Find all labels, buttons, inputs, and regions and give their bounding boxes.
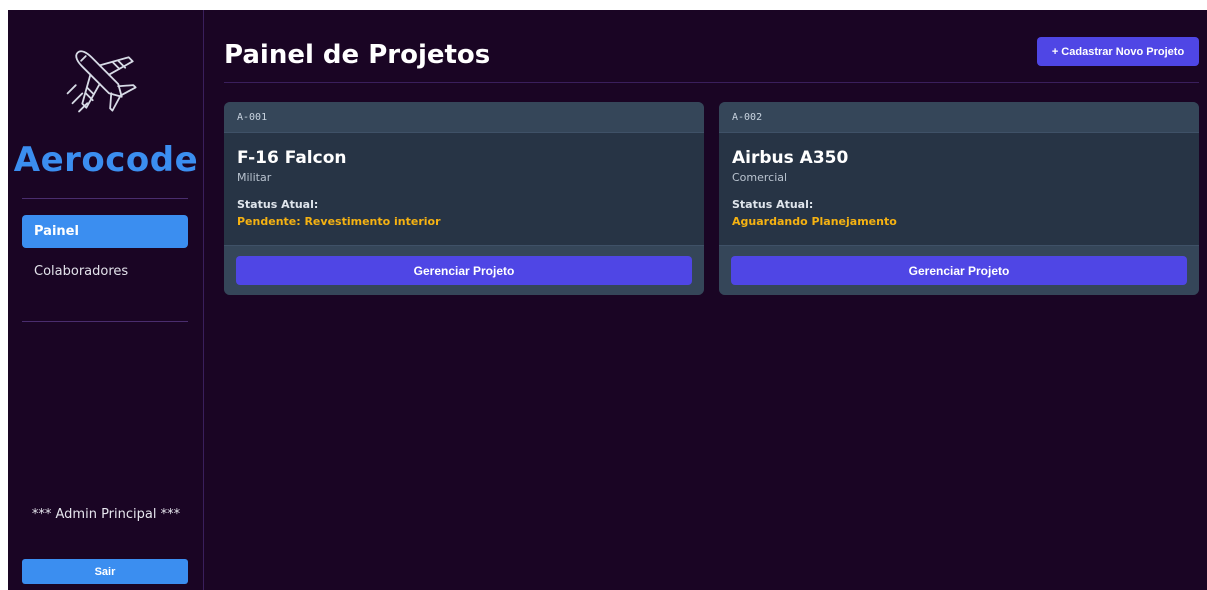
- sidebar-item-colaboradores[interactable]: Colaboradores: [22, 255, 188, 288]
- project-card: A-002 Airbus A350 Comercial Status Atual…: [719, 102, 1199, 295]
- manage-project-button[interactable]: Gerenciar Projeto: [236, 256, 692, 285]
- app-frame: Aerocode Painel Colaboradores *** Admin …: [8, 10, 1207, 590]
- header-divider: [224, 82, 1199, 83]
- page-title: Painel de Projetos: [224, 40, 491, 70]
- status-label: Status Atual:: [732, 198, 814, 211]
- status-value: Aguardando Planejamento: [732, 215, 897, 228]
- new-project-button[interactable]: + Cadastrar Novo Projeto: [1037, 37, 1199, 66]
- admin-label: *** Admin Principal ***: [31, 507, 181, 522]
- project-category: Comercial: [732, 171, 788, 184]
- project-name: Airbus A350: [732, 148, 849, 168]
- project-code: A-001: [224, 102, 704, 133]
- airplane-icon: [66, 50, 137, 113]
- sidebar-divider: [22, 321, 188, 322]
- sidebar-divider: [22, 198, 188, 199]
- project-card: A-001 F-16 Falcon Militar Status Atual: …: [224, 102, 704, 295]
- sidebar-item-painel[interactable]: Painel: [22, 215, 188, 248]
- logout-button[interactable]: Sair: [22, 559, 188, 584]
- manage-project-button[interactable]: Gerenciar Projeto: [731, 256, 1187, 285]
- project-name: F-16 Falcon: [237, 148, 347, 168]
- project-category: Militar: [237, 171, 272, 184]
- main-content: Painel de Projetos + Cadastrar Novo Proj…: [204, 10, 1207, 590]
- sidebar: Aerocode Painel Colaboradores *** Admin …: [8, 10, 204, 590]
- brand-name: Aerocode: [13, 140, 199, 180]
- status-label: Status Atual:: [237, 198, 319, 211]
- project-code: A-002: [719, 102, 1199, 133]
- status-value: Pendente: Revestimento interior: [237, 215, 441, 228]
